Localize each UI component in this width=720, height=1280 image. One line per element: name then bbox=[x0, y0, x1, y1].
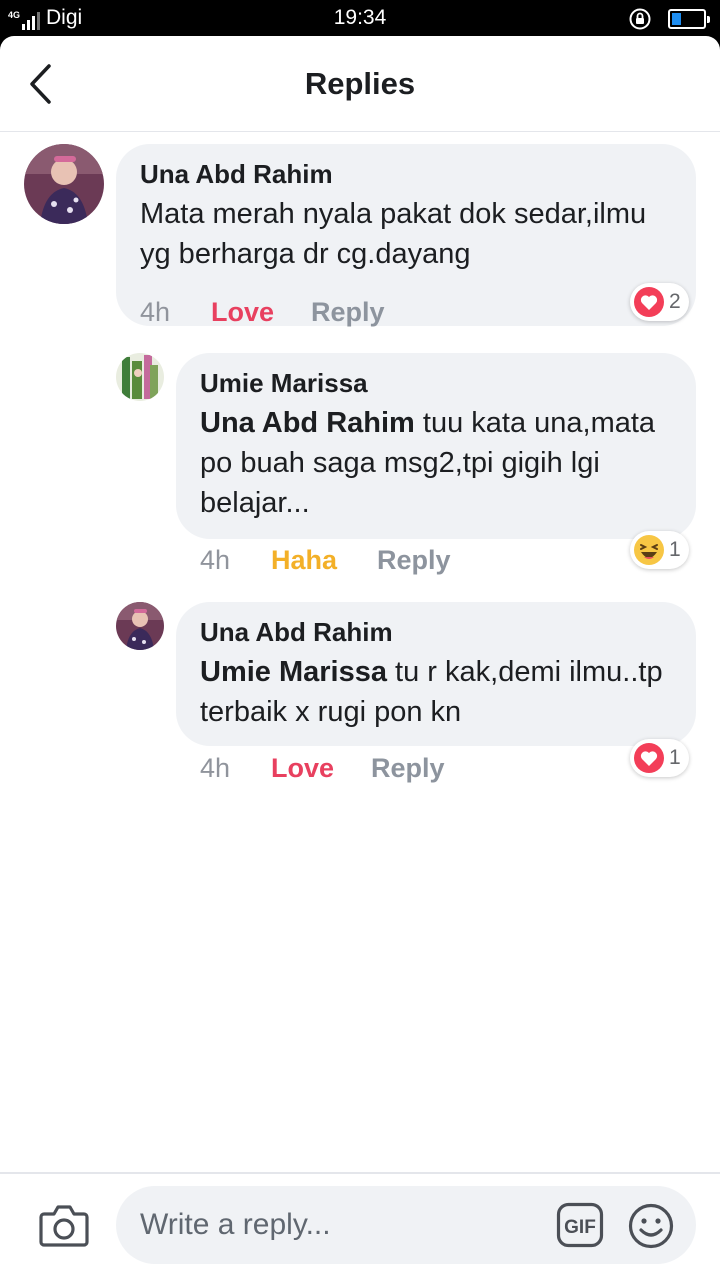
rotation-lock-icon bbox=[629, 8, 651, 30]
smiley-icon bbox=[628, 1203, 674, 1249]
comment-time: 4h bbox=[200, 753, 231, 783]
avatar-image bbox=[116, 353, 164, 401]
emoji-button[interactable] bbox=[628, 1203, 674, 1249]
comment-text: Una Abd Rahim tuu kata una,mata po buah … bbox=[200, 403, 672, 523]
comment-text: Umie Marissa tu r kak,demi ilmu..tp terb… bbox=[200, 652, 672, 732]
comment-actions: 4h Love Reply bbox=[200, 752, 445, 784]
react-button[interactable]: Love bbox=[271, 752, 371, 784]
avatar[interactable] bbox=[116, 353, 164, 401]
comment-actions: 4h Love Reply bbox=[140, 296, 385, 328]
reply-button[interactable]: Reply bbox=[377, 544, 451, 576]
comment-author[interactable]: Una Abd Rahim bbox=[140, 158, 672, 190]
comment-bubble[interactable]: Umie Marissa Una Abd Rahim tuu kata una,… bbox=[176, 353, 696, 539]
comment-time: 4h bbox=[200, 545, 231, 575]
camera-icon bbox=[39, 1205, 89, 1247]
replies-screen: Replies Una Abd Rahim Mata merah nyala p… bbox=[0, 36, 720, 1280]
haha-icon bbox=[634, 535, 664, 565]
love-icon bbox=[634, 287, 664, 317]
reply-button[interactable]: Reply bbox=[371, 752, 445, 784]
reply-button[interactable]: Reply bbox=[311, 296, 385, 328]
reply-composer: Write a reply... GIF bbox=[0, 1172, 720, 1280]
page-title: Replies bbox=[304, 66, 416, 101]
comment-author[interactable]: Umie Marissa bbox=[200, 367, 672, 399]
reply-placeholder: Write a reply... bbox=[140, 1208, 331, 1241]
avatar[interactable] bbox=[116, 602, 164, 650]
avatar[interactable] bbox=[24, 144, 104, 224]
gif-icon: GIF bbox=[556, 1202, 604, 1248]
avatar-image bbox=[116, 602, 164, 650]
reply-input[interactable]: Write a reply... GIF bbox=[116, 1186, 696, 1264]
gif-label: GIF bbox=[564, 1217, 596, 1238]
mention-link[interactable]: Una Abd Rahim bbox=[200, 407, 415, 439]
comment-time: 4h bbox=[140, 297, 171, 327]
comment-bubble[interactable]: Una Abd Rahim Umie Marissa tu r kak,demi… bbox=[176, 602, 696, 746]
reaction-summary[interactable]: 1 bbox=[630, 739, 689, 777]
reaction-summary[interactable]: 1 bbox=[630, 531, 689, 569]
react-button[interactable]: Love bbox=[211, 296, 311, 328]
battery-icon bbox=[668, 9, 710, 29]
header: Replies bbox=[0, 36, 720, 132]
comment-author[interactable]: Una Abd Rahim bbox=[200, 616, 672, 648]
gif-button[interactable]: GIF bbox=[556, 1202, 604, 1248]
status-time: 19:34 bbox=[333, 6, 387, 29]
comment-text: Mata merah nyala pakat dok sedar,ilmu yg… bbox=[140, 198, 647, 270]
status-bar: 4G Digi 19:34 bbox=[0, 0, 720, 36]
react-button[interactable]: Haha bbox=[271, 544, 377, 576]
reaction-count: 1 bbox=[669, 746, 681, 769]
reaction-count: 1 bbox=[669, 538, 681, 561]
reaction-count: 2 bbox=[669, 290, 681, 313]
reaction-summary[interactable]: 2 bbox=[630, 283, 689, 321]
camera-button[interactable] bbox=[38, 1202, 90, 1248]
avatar-image bbox=[24, 144, 104, 224]
comment-actions: 4h Haha Reply bbox=[200, 544, 451, 576]
mention-link[interactable]: Umie Marissa bbox=[200, 656, 387, 688]
status-right bbox=[628, 7, 710, 31]
love-icon bbox=[634, 743, 664, 773]
